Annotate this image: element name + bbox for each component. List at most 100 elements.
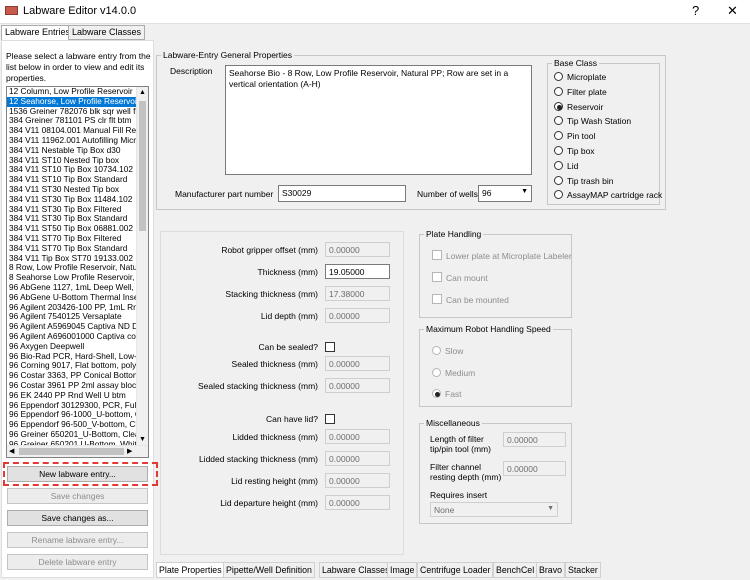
labware-list-item[interactable]: 1536 Greiner 782076 blk sqr well flt (7, 107, 137, 117)
labware-list-item[interactable]: 96 Eppendorf 30129300, PCR, Full (7, 401, 137, 411)
base-class-radio[interactable] (554, 101, 563, 111)
can-be-sealed-checkbox[interactable] (325, 342, 335, 352)
labware-list-item[interactable]: 384 V11 ST70 Tip Box Standard (7, 244, 137, 254)
labware-list-item[interactable]: 96 Agilent A696001000 Captiva col (7, 332, 137, 342)
labware-list-item[interactable]: 384 Greiner 781101 PS clr flt btm (7, 116, 137, 126)
lid-resting-label: Lid resting height (mm) (231, 476, 318, 486)
labware-list-item[interactable]: 96 Costar 3961 PP 2ml assay block (7, 381, 137, 391)
bottom-tab[interactable]: BenchCel (493, 562, 538, 578)
lidded-thickness-field[interactable]: 0.00000 (325, 429, 390, 444)
labware-list-item[interactable]: 384 V11 11962.001 Autofilling Micro (7, 136, 137, 146)
labware-list-item[interactable]: 96 Agilent 7540125 Versaplate (7, 312, 137, 322)
labware-list-item[interactable]: 12 Seahorse, Low Profile Reservoir (7, 96, 137, 107)
labware-list-item[interactable]: 96 AbGene U-Bottom Thermal Inser (7, 293, 137, 303)
scroll-thumb[interactable] (139, 101, 146, 231)
can-have-lid-checkbox[interactable] (325, 414, 335, 424)
labware-list-item[interactable]: 96 Agilent A5969045 Captiva ND D (7, 322, 137, 332)
requires-insert-select[interactable]: None ▼ (430, 502, 558, 517)
stacking-thickness-field[interactable]: 17.38000 (325, 286, 390, 301)
can-be-mounted-checkbox[interactable] (432, 294, 442, 304)
labware-list-item[interactable]: 384 V11 ST30 Nested Tip box (7, 185, 137, 195)
help-button[interactable]: ? (692, 3, 699, 18)
lid-depth-label: Lid depth (mm) (260, 311, 318, 321)
scroll-left-icon[interactable]: ◀ (9, 447, 14, 455)
close-button[interactable]: ✕ (727, 3, 738, 19)
stacking-thickness-label: Stacking thickness (mm) (225, 289, 318, 299)
list-horizontal-scrollbar[interactable]: ◀ ▶ (7, 445, 148, 457)
delete-labware-entry-button[interactable]: Delete labware entry (7, 554, 148, 570)
labware-list-item[interactable]: 96 Eppendorf 96-1000_U-bottom, C (7, 410, 137, 420)
scroll-up-icon[interactable]: ▲ (139, 89, 146, 96)
thickness-field[interactable]: 19.05000 (325, 264, 390, 279)
scroll-right-icon[interactable]: ▶ (127, 447, 132, 455)
lid-departure-field[interactable]: 0.00000 (325, 495, 390, 510)
base-class-radio[interactable] (554, 86, 563, 96)
wells-label: Number of wells (417, 189, 478, 199)
labware-list-item[interactable]: 8 Seahorse Low Profile Reservoir, N (7, 273, 137, 283)
scroll-down-icon[interactable]: ▼ (139, 436, 146, 443)
can-mount-checkbox[interactable] (432, 272, 442, 282)
lower-plate-checkbox[interactable] (432, 250, 442, 260)
tab-labware-entries[interactable]: Labware Entries (1, 25, 75, 41)
labware-list-item[interactable]: 384 V11 ST10 Tip Box 10734.102 (7, 165, 137, 175)
speed-radio[interactable] (432, 346, 441, 355)
gripper-field[interactable]: 0.00000 (325, 242, 390, 257)
list-vertical-scrollbar[interactable]: ▲ ▼ (136, 87, 148, 445)
labware-list-item[interactable]: 384 V11 ST70 Tip Box Filtered (7, 234, 137, 244)
base-class-radio[interactable] (554, 160, 563, 170)
rename-labware-entry-button[interactable]: Rename labware entry... (7, 532, 148, 548)
labware-list-item[interactable]: 384 V11 ST50 Tip Box 06881.002 (7, 224, 137, 234)
sealed-thickness-field[interactable]: 0.00000 (325, 356, 390, 371)
wells-select[interactable]: 96 ▼ (478, 185, 532, 202)
bottom-tab[interactable]: Stacker (565, 562, 601, 578)
channel-depth-label-1: Filter channel (430, 462, 482, 472)
hscroll-thumb[interactable] (19, 448, 124, 455)
lid-resting-field[interactable]: 0.00000 (325, 473, 390, 488)
labware-list-item[interactable]: 96 Eppendorf 96-500_V-bottom, Cle (7, 420, 137, 430)
labware-list-item[interactable]: 96 EK 2440 PP Rnd Well U btm (7, 391, 137, 401)
base-class-radio[interactable] (554, 72, 563, 81)
speed-radio[interactable] (432, 389, 441, 398)
labware-list-item[interactable]: 96 Greiner 650201_U-Bottom, Clea (7, 430, 137, 440)
bottom-tab[interactable]: Labware Classes (319, 562, 393, 578)
description-field[interactable]: Seahorse Bio - 8 Row, Low Profile Reserv… (225, 65, 532, 175)
lidded-stacking-field[interactable]: 0.00000 (325, 451, 390, 466)
bottom-tab[interactable]: Image (387, 562, 418, 578)
save-changes-button[interactable]: Save changes (7, 488, 148, 504)
new-labware-entry-button[interactable]: New labware entry... (7, 466, 148, 482)
labware-list-items: 12 Column, Low Profile Reservoir 12 Seaho… (7, 87, 148, 449)
sealed-stacking-field[interactable]: 0.00000 (325, 378, 390, 393)
labware-list[interactable]: 12 Column, Low Profile Reservoir 12 Seaho… (6, 86, 149, 458)
base-class-radio[interactable] (554, 146, 563, 155)
labware-list-item[interactable]: 8 Row, Low Profile Reservoir, Natu (7, 263, 137, 273)
labware-list-item[interactable]: 384 V11 08104.001 Manual Fill Rese (7, 126, 137, 136)
labware-list-item[interactable]: 96 Axygen Deepwell (7, 342, 137, 352)
channel-depth-field[interactable]: 0.00000 (503, 461, 566, 476)
speed-group (419, 329, 572, 407)
labware-list-item[interactable]: 96 Corning 9017, Flat bottom, poly (7, 361, 137, 371)
labware-list-item[interactable]: 12 Column, Low Profile Reservoir (7, 87, 137, 97)
tab-labware-classes-top[interactable]: Labware Classes (68, 25, 146, 40)
labware-list-item[interactable]: 96 Agilent 203426-100 PP, 1mL Rn (7, 303, 137, 313)
bottom-tab[interactable]: Bravo (536, 562, 565, 578)
lid-depth-field[interactable]: 0.00000 (325, 308, 390, 323)
bottom-tab[interactable]: Plate Properties (156, 562, 225, 578)
filter-length-field[interactable]: 0.00000 (503, 432, 566, 447)
labware-list-item[interactable]: 384 V11 Tip Box ST70 19133.002 (7, 254, 137, 264)
labware-list-item[interactable]: 384 V11 ST10 Nested Tip box (7, 156, 137, 166)
part-number-field[interactable]: S30029 (278, 185, 406, 202)
labware-list-item[interactable]: 96 Bio-Rad PCR, Hard-Shell, Low-Pr (7, 352, 137, 362)
labware-list-item[interactable]: 384 V11 ST30 Tip Box 11484.102 (7, 195, 137, 205)
labware-list-item[interactable]: 96 Costar 3363, PP Conical Bottom (7, 371, 137, 381)
labware-list-item[interactable]: 384 V11 ST30 Tip Box Standard (7, 214, 137, 224)
labware-list-item[interactable]: 384 V11 Nestable Tip Box d30 (7, 146, 137, 156)
base-class-radio[interactable] (554, 175, 563, 185)
bottom-tab[interactable]: Pipette/Well Definition (223, 562, 315, 578)
labware-list-item[interactable]: 384 V11 ST10 Tip Box Standard (7, 175, 137, 185)
save-changes-as-button[interactable]: Save changes as... (7, 510, 148, 526)
can-mount-label: Can mount (446, 273, 488, 283)
labware-list-item[interactable]: 96 AbGene 1127, 1mL Deep Well, S (7, 283, 137, 293)
labware-list-item[interactable]: 384 V11 ST30 Tip Box Filtered (7, 205, 137, 215)
bottom-tab[interactable]: Centrifuge Loader (417, 562, 494, 578)
speed-radio[interactable] (432, 367, 441, 377)
